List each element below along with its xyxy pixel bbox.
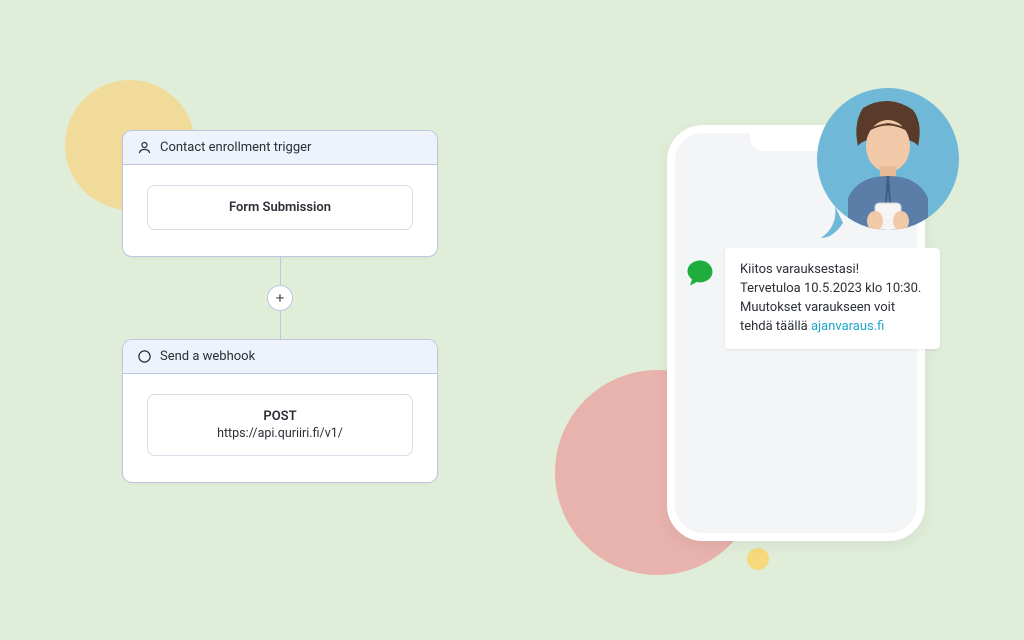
- sms-bubble: Kiitos varauksestasi! Tervetuloa 10.5.20…: [725, 248, 940, 349]
- chat-bubble-icon: [685, 258, 715, 288]
- connector-line: [280, 311, 281, 339]
- action-method: POST: [263, 409, 296, 424]
- action-content: POST https://api.quriiri.fi/v1/: [147, 394, 413, 456]
- webhook-icon: [137, 349, 152, 364]
- action-title: Send a webhook: [160, 349, 255, 364]
- sms-line1: Kiitos varauksestasi!: [740, 262, 859, 277]
- avatar-bubble: [813, 88, 963, 238]
- action-url: https://api.quriiri.fi/v1/: [158, 426, 402, 441]
- action-card[interactable]: Send a webhook POST https://api.quriiri.…: [122, 339, 438, 483]
- sms-message: Kiitos varauksestasi! Tervetuloa 10.5.20…: [685, 248, 940, 349]
- person-icon: [137, 140, 152, 155]
- workflow-diagram: Contact enrollment trigger Form Submissi…: [122, 130, 438, 483]
- sms-line2: Tervetuloa 10.5.2023 klo 10:30.: [740, 281, 921, 296]
- trigger-content: Form Submission: [147, 185, 413, 230]
- trigger-card[interactable]: Contact enrollment trigger Form Submissi…: [122, 130, 438, 257]
- action-card-header: Send a webhook: [123, 340, 437, 374]
- trigger-card-header: Contact enrollment trigger: [123, 131, 437, 165]
- trigger-title: Contact enrollment trigger: [160, 140, 311, 155]
- connector-line: [280, 257, 281, 285]
- sms-link[interactable]: ajanvaraus.fi: [811, 319, 884, 334]
- add-step-button[interactable]: +: [267, 285, 293, 311]
- workflow-connector: +: [122, 257, 438, 339]
- decoration-circle-small: [747, 548, 769, 570]
